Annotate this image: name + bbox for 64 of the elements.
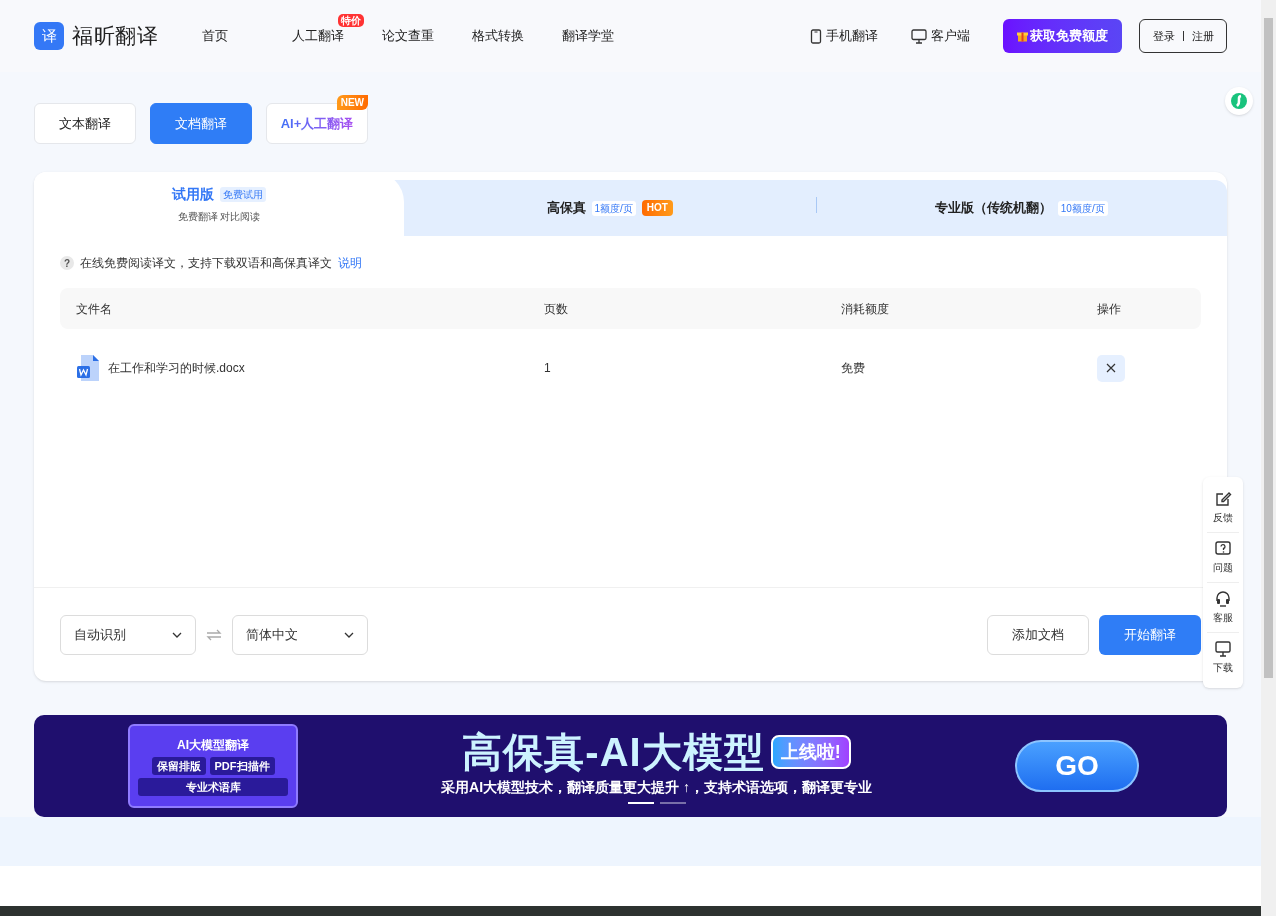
price-tag: 10额度/页 — [1057, 200, 1108, 216]
language-select[interactable]: 简体中文 — [232, 614, 368, 655]
swap-icon[interactable] — [206, 628, 222, 641]
nav-link[interactable]: 人工翻译 — [292, 26, 344, 46]
feature-tag: 专业术语库 — [138, 778, 288, 796]
close-icon — [1106, 363, 1116, 373]
word-file-icon — [76, 354, 100, 382]
gift-icon — [1017, 30, 1028, 42]
price-tag: 免费试用 — [220, 187, 266, 202]
header-link[interactable]: 手机翻译 — [810, 26, 878, 46]
language-select[interactable]: 自动识别 — [60, 614, 196, 655]
feature-tag: 保留排版 — [151, 757, 206, 775]
nav-link[interactable]: 格式转换 — [472, 26, 524, 46]
monitor-icon — [911, 28, 927, 44]
mode-tab[interactable]: 文档翻译 — [150, 103, 252, 144]
hint-text: 在线免费阅读译文，支持下载双语和高保真译文 — [80, 255, 332, 272]
side-tool[interactable]: 问题 — [1207, 533, 1239, 583]
add-document-button[interactable]: 添加文档 — [987, 614, 1089, 655]
promo-banner[interactable]: AI大模型翻译 保留排版 PDF扫描件 专业术语库 高保真-AI大模型 上线啦! 采用AI大模型技术，翻译质量更大提升 ↑，支持术语选项，翻译更专业 GO — [34, 715, 1227, 817]
column-header: 操作 — [1097, 300, 1122, 318]
side-tool[interactable]: 客服 — [1207, 583, 1239, 633]
file-name: 在工作和学习的时候.docx — [108, 360, 245, 377]
chevron-down-icon — [344, 631, 354, 638]
plan-tab[interactable]: 试用版 免费试用 免费翻译 对比阅读 — [34, 172, 404, 236]
explain-link[interactable]: 说明 — [338, 254, 362, 272]
mode-tab[interactable]: 文本翻译 — [34, 103, 136, 144]
feature-panel: AI大模型翻译 保留排版 PDF扫描件 专业术语库 — [128, 724, 298, 808]
sale-badge: 特价 — [338, 14, 364, 28]
nav-link[interactable]: 翻译学堂 — [562, 26, 614, 46]
login-link[interactable]: 登录 — [1152, 27, 1175, 45]
new-badge: NEW — [336, 95, 368, 110]
edit-icon — [1214, 490, 1232, 508]
feature-tag: PDF扫描件 — [209, 757, 275, 775]
launch-tag: 上线啦! — [770, 734, 851, 769]
logo-mark[interactable]: 译 — [34, 22, 64, 50]
nav-link[interactable]: 论文查重 — [382, 26, 434, 46]
nav-link[interactable]: 首页 — [202, 26, 228, 46]
help-icon: ? — [60, 256, 74, 270]
banner-headline: 高保真-AI大模型 — [462, 728, 765, 775]
monitor-icon — [1214, 640, 1232, 658]
hot-badge: HOT — [641, 200, 673, 216]
column-header: 消耗额度 — [841, 300, 890, 318]
remove-button[interactable] — [1097, 354, 1125, 382]
register-link[interactable]: 注册 — [1191, 27, 1214, 45]
price-tag: 1额度/页 — [591, 200, 636, 216]
column-header: 页数 — [544, 300, 569, 318]
question-icon — [1214, 540, 1232, 558]
column-header: 文件名 — [76, 300, 113, 318]
side-tool[interactable]: 反馈 — [1207, 483, 1239, 533]
logo-text[interactable]: 福昕翻译 — [72, 20, 159, 52]
side-tool[interactable]: 下载 — [1207, 633, 1239, 682]
chevron-down-icon — [172, 631, 182, 638]
plan-tab[interactable]: 高保真 1额度/页 HOT — [404, 180, 816, 236]
plan-tab[interactable]: 专业版（传统机翻） 10额度/页 — [815, 180, 1227, 236]
header-link[interactable]: 客户端 — [911, 26, 970, 46]
cost-text: 免费 — [841, 360, 866, 377]
assistant-icon[interactable] — [1225, 87, 1253, 115]
phone-icon — [810, 28, 822, 44]
free-credits-button[interactable]: 获取免费额度 — [1003, 19, 1122, 53]
start-translate-button[interactable]: 开始翻译 — [1099, 614, 1201, 655]
headset-icon — [1214, 590, 1232, 608]
carousel-indicator[interactable] — [627, 801, 654, 804]
banner-subline: 采用AI大模型技术，翻译质量更大提升 ↑，支持术语选项，翻译更专业 — [441, 777, 872, 797]
page-count: 1 — [544, 360, 552, 377]
